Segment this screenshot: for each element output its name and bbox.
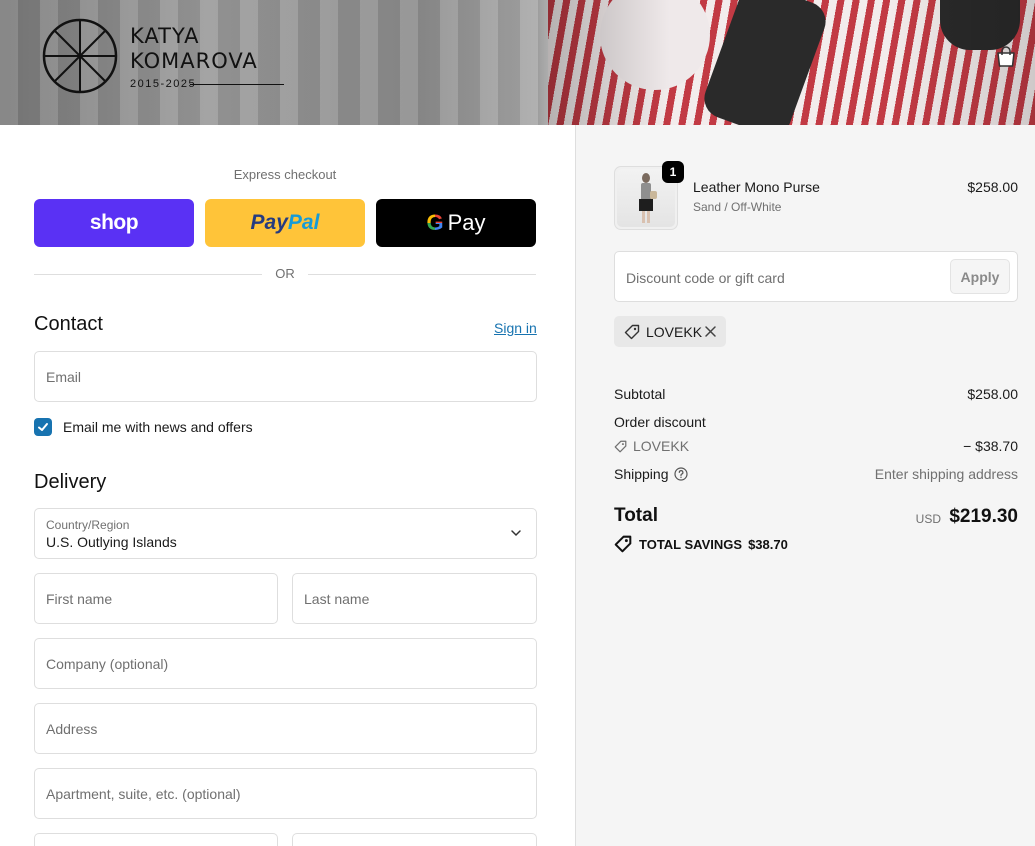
express-checkout-title: Express checkout xyxy=(233,167,337,182)
apply-discount-button[interactable]: Apply xyxy=(950,259,1010,294)
logo-rule xyxy=(190,84,284,85)
total-savings: TOTAL SAVINGS $38.70 xyxy=(614,535,788,553)
city-field[interactable] xyxy=(34,833,278,846)
shipping-label: Shipping xyxy=(614,466,669,482)
shopping-bag-icon[interactable] xyxy=(993,44,1019,70)
help-icon[interactable] xyxy=(673,467,688,481)
delivery-title: Delivery xyxy=(34,471,107,493)
country-label: Country/Region xyxy=(46,518,130,532)
sign-in-link[interactable]: Sign in xyxy=(494,320,537,336)
first-name-placeholder: First name xyxy=(46,591,113,607)
brand-logo[interactable]: KATYA KOMAROVA 2015-2025 xyxy=(42,18,292,98)
newsletter-option[interactable]: Email me with news and offers xyxy=(34,417,253,437)
header-banner: KATYA KOMAROVA 2015-2025 xyxy=(0,0,1035,125)
checkmark-icon xyxy=(38,423,48,431)
discount-code-field[interactable]: Discount code or gift card Apply xyxy=(614,251,1018,302)
paypal-label-pal: Pal xyxy=(287,211,320,234)
shop-pay-label: shop xyxy=(89,211,139,234)
total-currency: USD xyxy=(915,512,941,526)
order-discount-label: Order discount xyxy=(614,414,706,430)
banner-shade xyxy=(548,0,1035,125)
paypal-button[interactable]: Pay Pal xyxy=(205,199,365,247)
chevron-down-icon xyxy=(511,530,521,537)
brand-name: KATYA KOMAROVA xyxy=(130,24,258,74)
google-g-icon: G xyxy=(426,210,444,235)
savings-value: $38.70 xyxy=(748,536,788,552)
postal-code-field[interactable] xyxy=(292,833,537,846)
paypal-label-pay: Pay xyxy=(250,211,288,234)
country-select[interactable]: Country/Region U.S. Outlying Islands xyxy=(34,508,537,559)
subtotal-row: Subtotal $258.00 xyxy=(614,386,1018,402)
company-placeholder: Company (optional) xyxy=(46,656,169,672)
apartment-placeholder: Apartment, suite, etc. (optional) xyxy=(46,786,241,802)
total-label: Total xyxy=(614,505,658,526)
email-placeholder: Email xyxy=(46,369,82,385)
subtotal-label: Subtotal xyxy=(614,386,666,402)
newsletter-label: Email me with news and offers xyxy=(63,419,253,435)
product-variant: Sand / Off-White xyxy=(693,200,782,214)
newsletter-checkbox[interactable] xyxy=(34,418,52,436)
shipping-row: Shipping Enter shipping address xyxy=(614,466,1018,482)
shop-pay-button[interactable]: shop xyxy=(34,199,194,247)
product-thumbnail: 1 xyxy=(614,161,684,230)
quantity-badge: 1 xyxy=(662,161,684,183)
discount-code-info: LOVEKK xyxy=(614,438,689,454)
contact-title: Contact xyxy=(34,313,103,335)
address-placeholder: Address xyxy=(46,721,98,737)
checkout-form: Express checkout shop Pay Pal G Pay OR Con… xyxy=(0,125,576,846)
company-field[interactable]: Company (optional) xyxy=(34,638,537,689)
brand-years: 2015-2025 xyxy=(130,78,197,90)
first-name-field[interactable]: First name xyxy=(34,573,278,624)
brand-name-line2: KOMAROVA xyxy=(130,49,258,73)
country-value: U.S. Outlying Islands xyxy=(46,534,177,550)
subtotal-value: $258.00 xyxy=(967,386,1018,402)
address-field[interactable]: Address xyxy=(34,703,537,754)
google-pay-label: Pay xyxy=(447,210,486,235)
brand-name-line1: KATYA xyxy=(130,24,200,48)
shipping-label-group: Shipping xyxy=(614,466,688,482)
discount-code-label: LOVEKK xyxy=(633,438,690,454)
last-name-field[interactable]: Last name xyxy=(292,573,537,624)
applied-discount-chip: LOVEKK xyxy=(614,316,726,347)
remove-discount-icon[interactable] xyxy=(704,325,717,338)
order-summary: 1 Leather Mono Purse Sand / Off-White $2… xyxy=(576,125,1035,846)
savings-label: TOTAL SAVINGS xyxy=(639,536,743,552)
divider-line-right xyxy=(308,274,536,275)
email-field[interactable]: Email xyxy=(34,351,537,402)
product-name: Leather Mono Purse xyxy=(693,179,820,195)
product-price: $258.00 xyxy=(967,179,1018,195)
applied-code-text: LOVEKK xyxy=(646,323,703,340)
or-divider: OR xyxy=(34,266,536,284)
logo-mark-icon xyxy=(42,18,118,94)
shipping-value: Enter shipping address xyxy=(874,466,1018,482)
order-discount-row: Order discount xyxy=(614,414,1018,430)
apartment-field[interactable]: Apartment, suite, etc. (optional) xyxy=(34,768,537,819)
google-pay-button[interactable]: G Pay xyxy=(376,199,536,247)
savings-tag-icon xyxy=(614,535,632,553)
discount-value: − $38.70 xyxy=(963,438,1018,454)
tag-icon xyxy=(624,324,640,339)
discount-code-row: LOVEKK − $38.70 xyxy=(614,438,1018,456)
tag-icon xyxy=(614,440,627,452)
total-amount: $219.30 xyxy=(949,506,1018,527)
last-name-placeholder: Last name xyxy=(304,591,370,607)
discount-placeholder: Discount code or gift card xyxy=(626,270,785,286)
